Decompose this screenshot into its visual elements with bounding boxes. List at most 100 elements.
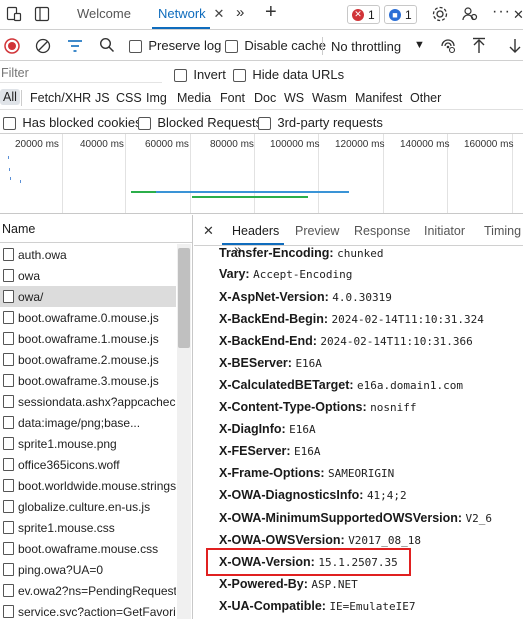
response-header-row-highlighted: X-OWA-Version: 15.1.2507.35 [219,555,398,569]
request-row[interactable]: boot.owaframe.mouse.css [0,538,176,559]
request-row[interactable]: sessiondata.ashx?appcachecli [0,391,176,412]
overview-tick-label: 140000 ms [400,139,450,150]
type-filter-doc[interactable]: Doc [254,91,276,105]
requests-list-panel: Name auth.owa owa owa/ boot.owaframe.0.m… [0,215,193,619]
header-key: X-AspNet-Version: [219,290,329,304]
request-row[interactable]: globalize.culture.en-us.js [0,496,176,517]
invert-toggle[interactable]: Invert [174,67,226,83]
request-row[interactable]: sprite1.mouse.png [0,433,176,454]
type-filter-css[interactable]: CSS [116,91,142,105]
request-row[interactable]: boot.owaframe.1.mouse.js [0,328,176,349]
name-column-header[interactable]: Name [0,215,192,243]
has-blocked-cookies-toggle[interactable]: Has blocked cookies [3,115,142,131]
file-icon [3,374,14,387]
header-value: 41;4;2 [366,489,407,502]
has-blocked-cookies-checkbox[interactable] [3,117,16,131]
type-filter-js[interactable]: JS [95,91,110,105]
settings-icon[interactable] [431,5,449,23]
response-header-row: X-FEServer: E16A [219,444,321,458]
header-key: X-OWA-DiagnosticsInfo: [219,488,364,502]
filter-input[interactable] [0,64,162,83]
type-filter-ws[interactable]: WS [284,91,304,105]
close-tab-icon[interactable]: ✕ [213,6,225,21]
third-party-requests-checkbox[interactable] [258,117,271,131]
tab-preview[interactable]: Preview [295,224,339,238]
header-key: X-CalculatedBETarget: [219,378,354,392]
export-har-icon[interactable] [507,37,523,55]
tab-welcome[interactable]: Welcome [77,6,131,21]
file-icon [3,500,14,513]
disable-cache-toggle[interactable]: Disable cache [225,38,326,54]
tab-headers[interactable]: Headers [232,224,279,238]
network-overview-timeline[interactable]: 20000 ms 40000 ms 60000 ms 80000 ms 1000… [0,134,523,214]
blocked-requests-toggle[interactable]: Blocked Requests [138,115,262,131]
request-row[interactable]: boot.owaframe.3.mouse.js [0,370,176,391]
request-row[interactable]: sprite1.mouse.css [0,517,176,538]
type-filter-other[interactable]: Other [410,91,441,105]
type-filter-media[interactable]: Media [177,91,211,105]
tab-timing[interactable]: Timing [484,224,521,238]
type-filter-manifest[interactable]: Manifest [355,91,402,105]
invert-checkbox[interactable] [174,69,187,83]
type-filter-all[interactable]: All [0,89,20,105]
resource-type-filters: All Fetch/XHR JS CSS Img Media Font Doc … [0,86,523,110]
new-tab-icon[interactable]: + [265,1,277,24]
import-har-icon[interactable] [471,37,487,55]
network-conditions-icon[interactable] [439,37,457,55]
file-icon [3,563,14,576]
close-devtools-icon[interactable]: ✕ [513,7,523,23]
header-value: Accept-Encoding [253,268,353,281]
clear-icon[interactable] [35,38,51,54]
filter-icon[interactable] [66,38,84,54]
request-row[interactable]: ping.owa?UA=0 [0,559,176,580]
throttling-select[interactable]: No throttling [331,39,401,54]
third-party-requests-toggle[interactable]: 3rd-party requests [258,115,383,131]
disable-cache-checkbox[interactable] [225,40,238,54]
preserve-log-toggle[interactable]: Preserve log [129,38,221,54]
type-filter-wasm[interactable]: Wasm [312,91,347,105]
tab-initiator[interactable]: Initiator [424,224,465,238]
request-row[interactable]: service.svc?action=GetFavorit [0,601,176,619]
header-key: Transfer-Encoding: [219,246,334,260]
search-icon[interactable] [99,37,115,53]
errors-badge[interactable]: ✕ 1 [347,5,380,24]
request-row[interactable]: boot.owaframe.0.mouse.js [0,307,176,328]
tab-response[interactable]: Response [354,224,410,238]
response-header-row: X-DiagInfo: E16A [219,422,316,436]
type-filter-font[interactable]: Font [220,91,245,105]
tab-network[interactable]: Network [158,6,206,21]
hide-data-urls-toggle[interactable]: Hide data URLs [233,67,344,83]
requests-and-details: Name auth.owa owa owa/ boot.owaframe.0.m… [0,215,523,619]
type-filter-fetch-xhr[interactable]: Fetch/XHR [30,91,91,105]
request-row[interactable]: data:image/png;base... [0,412,176,433]
request-row[interactable]: ev.owa2?ns=PendingRequest. [0,580,176,601]
file-icon [3,479,14,492]
request-row[interactable]: boot.owaframe.2.mouse.js [0,349,176,370]
more-tabs-icon[interactable]: » [236,4,244,21]
hide-data-urls-checkbox[interactable] [233,69,246,83]
issues-badge[interactable]: ■ 1 [384,5,417,24]
preserve-log-checkbox[interactable] [129,40,142,54]
throttling-dropdown-icon[interactable]: ▼ [414,39,425,51]
request-name: owa [18,268,41,283]
request-name: ev.owa2?ns=PendingRequest. [18,583,176,598]
request-row[interactable]: boot.worldwide.mouse.strings [0,475,176,496]
user-connect-icon[interactable] [461,5,479,23]
close-details-icon[interactable]: ✕ [203,223,214,239]
overview-tick-label: 40000 ms [80,139,124,150]
request-row[interactable]: owa [0,265,176,286]
requests-scrollbar-thumb[interactable] [178,248,190,348]
type-filter-img[interactable]: Img [146,91,167,105]
request-row-selected[interactable]: owa/ [0,286,176,307]
error-icon: ✕ [352,8,364,21]
request-row[interactable]: office365icons.woff [0,454,176,475]
blocked-requests-checkbox[interactable] [138,117,151,131]
request-name: ping.owa?UA=0 [18,562,104,577]
record-icon[interactable] [4,38,20,54]
more-options-icon[interactable]: ··· [492,3,511,21]
request-row[interactable]: auth.owa [0,244,176,265]
toolbar-divider [322,37,323,55]
requests-scrollbar[interactable] [177,244,191,619]
device-toolbar-icon[interactable] [6,6,22,22]
dock-side-icon[interactable] [34,6,50,22]
